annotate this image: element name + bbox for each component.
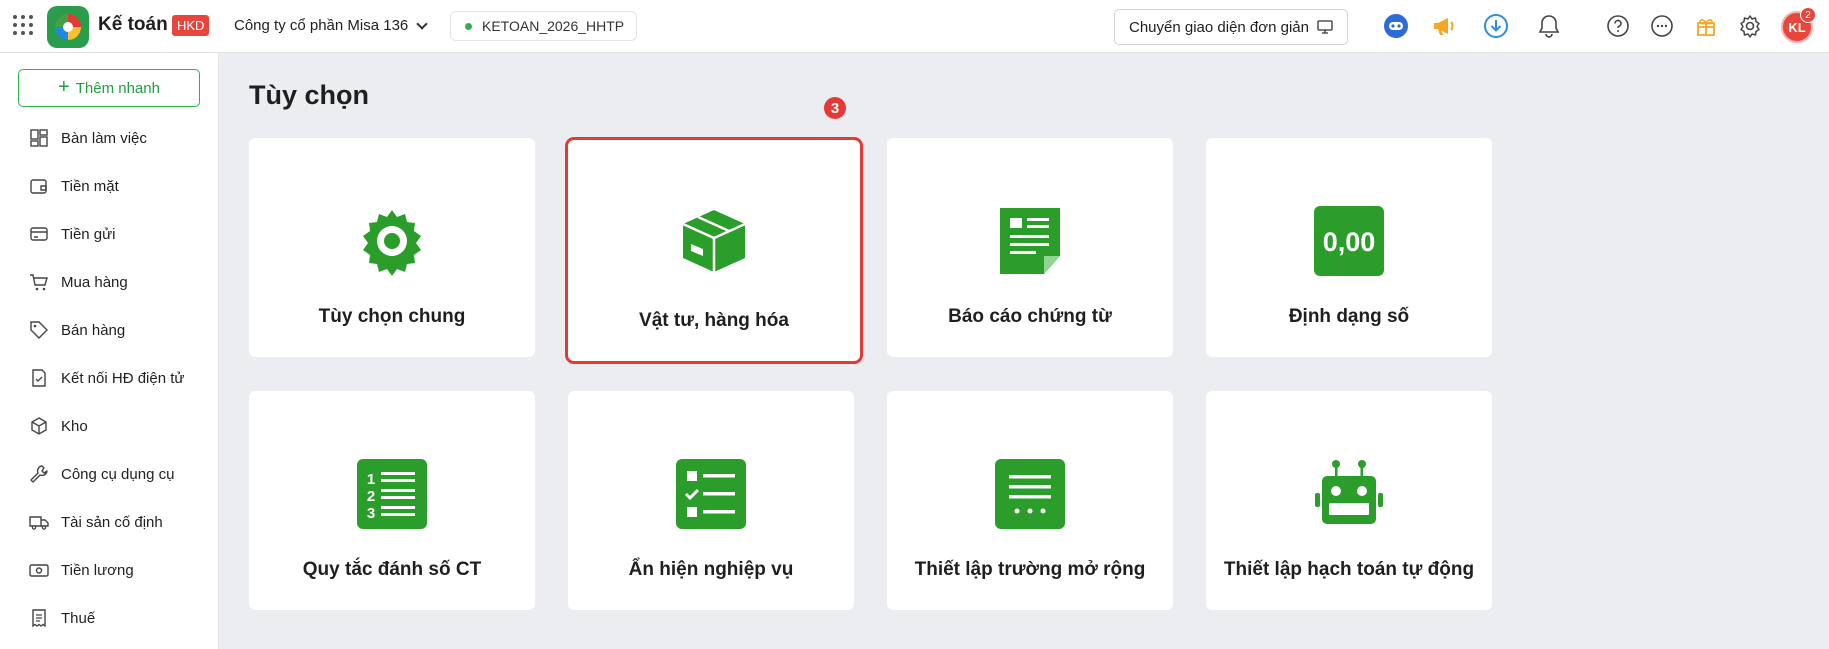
plus-icon: +	[58, 76, 70, 98]
sidebar-item-tools[interactable]: Công cụ dụng cụ	[0, 452, 219, 496]
cash-icon	[29, 564, 49, 577]
card-label: Tùy chọn chung	[318, 306, 466, 327]
dashboard-icon	[30, 129, 48, 147]
card-label: Thiết lập trường mở rộng	[914, 559, 1146, 580]
database-chip[interactable]: KETOAN_2026_HHTP	[450, 11, 638, 41]
card-label: Thiết lập hạch toán tự động	[1223, 559, 1475, 580]
wrench-icon	[30, 465, 48, 483]
sidebar-item-warehouse[interactable]: Kho	[0, 404, 219, 448]
top-bar: Kế toán HKD Công ty cổ phần Misa 136 KET…	[0, 0, 1829, 53]
wallet-icon	[30, 179, 47, 194]
document-icon	[995, 206, 1065, 276]
box-icon	[31, 417, 47, 435]
card-label: Báo cáo chứng từ	[948, 306, 1112, 327]
card-show-hide-operations[interactable]: Ẩn hiện nghiệp vụ	[568, 391, 854, 610]
sidebar-item-tax[interactable]: Thuế	[0, 596, 219, 640]
sidebar-item-label: Thuế	[61, 609, 96, 627]
card-icon	[30, 227, 48, 241]
card-extended-fields[interactable]: Thiết lập trường mở rộng	[887, 391, 1173, 610]
sidebar: + Thêm nhanh Bàn làm việc Tiền mặt Tiền …	[0, 53, 219, 649]
cart-icon	[30, 274, 48, 291]
chevron-down-icon	[416, 17, 428, 30]
sidebar-item-label: Tiền mặt	[61, 177, 119, 195]
sidebar-item-dashboard[interactable]: Bàn làm việc	[0, 116, 219, 160]
gift-icon[interactable]	[1692, 12, 1720, 40]
sidebar-item-label: Tiền lương	[61, 561, 134, 579]
card-label: Định dạng số	[1288, 306, 1410, 327]
card-auto-accounting[interactable]: Thiết lập hạch toán tự động	[1206, 391, 1492, 610]
more-icon[interactable]	[1648, 12, 1676, 40]
quick-add-button[interactable]: + Thêm nhanh	[18, 69, 200, 107]
database-name: KETOAN_2026_HHTP	[482, 18, 625, 34]
robot-icon	[1314, 459, 1384, 529]
sidebar-item-deposit[interactable]: Tiền gửi	[0, 212, 219, 256]
company-name: Công ty cổ phần Misa 136	[234, 17, 409, 34]
sidebar-item-fixed-assets[interactable]: Tài sản cố định	[0, 500, 219, 544]
invoice-icon	[32, 369, 46, 387]
svg-text:1: 1	[367, 471, 375, 488]
sidebar-item-label: Công cụ dụng cụ	[61, 465, 175, 483]
hkd-badge: HKD	[172, 15, 210, 36]
card-document-reports[interactable]: Báo cáo chứng từ	[887, 138, 1173, 357]
app-logo[interactable]	[47, 6, 89, 48]
card-label: Quy tắc đánh số CT	[302, 559, 482, 580]
sidebar-item-label: Kho	[61, 417, 88, 435]
apps-grid-icon[interactable]	[13, 15, 33, 35]
sidebar-item-cash[interactable]: Tiền mặt	[0, 164, 219, 208]
card-general-options[interactable]: Tùy chọn chung	[249, 138, 535, 357]
card-label: Vật tư, hàng hóa	[639, 310, 789, 331]
receipt-icon	[32, 609, 46, 628]
svg-text:0,00: 0,00	[1323, 227, 1376, 257]
monitor-icon	[1317, 20, 1333, 34]
tag-icon	[30, 321, 48, 339]
sidebar-item-purchase[interactable]: Mua hàng	[0, 260, 219, 304]
gear-icon[interactable]	[1736, 12, 1764, 40]
card-label: Ẩn hiện nghiệp vụ	[628, 559, 794, 580]
extended-fields-icon	[995, 459, 1065, 529]
download-icon[interactable]	[1482, 12, 1510, 40]
app-title: Kế toán	[98, 14, 168, 35]
notification-badge: 2	[1800, 7, 1816, 23]
ai-assistant-icon[interactable]	[1382, 12, 1410, 40]
sidebar-item-label: Bàn làm việc	[61, 129, 147, 147]
help-icon[interactable]	[1604, 12, 1632, 40]
sidebar-item-label: Mua hàng	[61, 273, 128, 291]
number-format-icon: 0,00	[1314, 206, 1384, 276]
company-selector[interactable]: Công ty cổ phần Misa 136	[234, 17, 428, 34]
svg-text:3: 3	[367, 505, 375, 522]
checklist-icon	[676, 459, 746, 529]
sidebar-item-salary[interactable]: Tiền lương	[0, 548, 219, 592]
numbered-list-icon: 123	[357, 459, 427, 529]
truck-icon	[29, 516, 49, 530]
megaphone-icon[interactable]	[1429, 12, 1457, 40]
switch-ui-label: Chuyển giao diện đơn giản	[1129, 18, 1309, 36]
sidebar-item-label: Tiền gửi	[61, 225, 116, 243]
card-materials-goods[interactable]: Vật tư, hàng hóa	[565, 137, 863, 364]
switch-ui-button[interactable]: Chuyển giao diện đơn giản	[1114, 9, 1348, 45]
sidebar-item-einvoice[interactable]: Kết nối HĐ điện tử	[0, 356, 219, 400]
bell-icon[interactable]	[1535, 12, 1563, 40]
quick-add-label: Thêm nhanh	[75, 79, 160, 97]
sidebar-item-label: Bán hàng	[61, 321, 126, 339]
status-dot	[465, 22, 472, 30]
sidebar-item-sales[interactable]: Bán hàng	[0, 308, 219, 352]
page-title: Tùy chọn	[249, 80, 369, 110]
sidebar-item-label: Tài sản cố định	[61, 513, 163, 531]
card-number-format[interactable]: 0,00 Định dạng số	[1206, 138, 1492, 357]
svg-text:2: 2	[367, 488, 375, 505]
sidebar-item-label: Kết nối HĐ điện tử	[61, 369, 185, 387]
package-icon	[679, 206, 749, 276]
gear-icon	[357, 206, 427, 276]
card-numbering-rules[interactable]: 123 Quy tắc đánh số CT	[249, 391, 535, 610]
step-marker-badge: 3	[824, 97, 846, 119]
